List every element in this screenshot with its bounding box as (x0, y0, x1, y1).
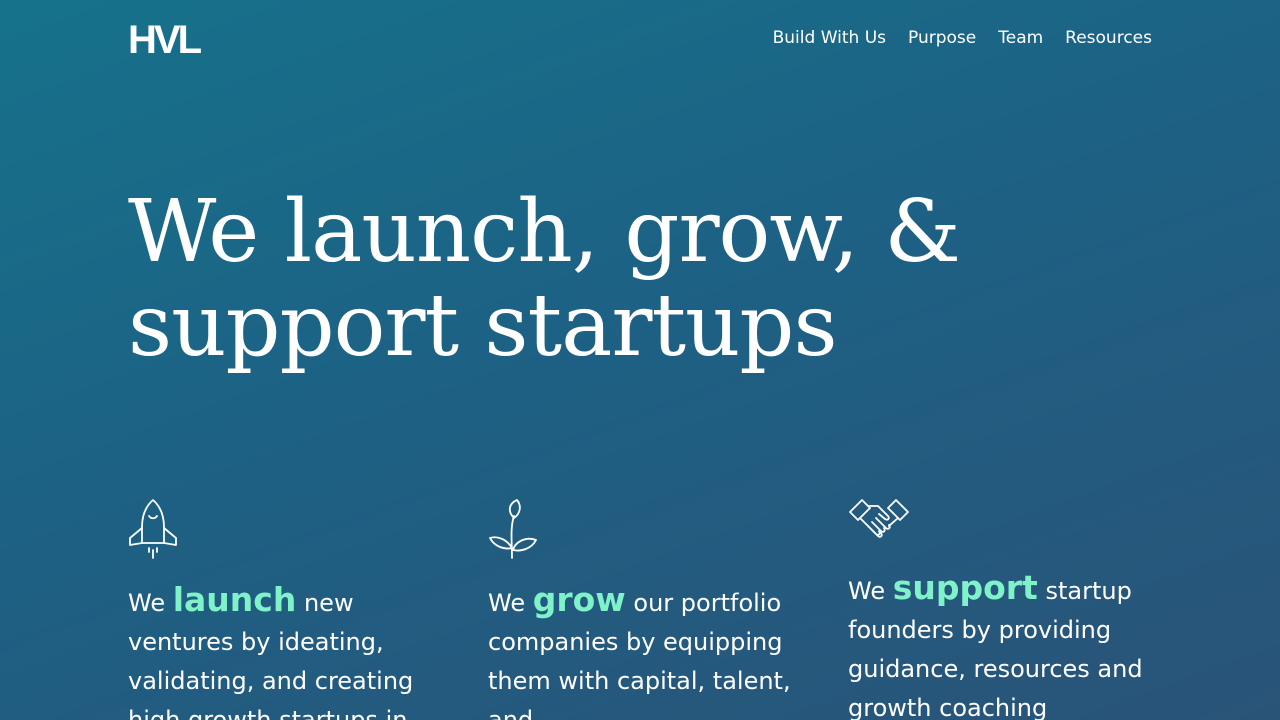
grow-accent: grow (532, 580, 626, 619)
nav-build-with-us[interactable]: Build With Us (773, 27, 886, 49)
grow-column: We grow our portfolio companies by equip… (488, 498, 808, 720)
launch-prefix: We (128, 589, 173, 617)
support-description: We support startup founders by providing… (848, 568, 1168, 720)
grow-description: We grow our portfolio companies by equip… (488, 580, 808, 720)
support-prefix: We (848, 577, 893, 605)
launch-column: We launch new ventures by ideating, vali… (128, 498, 448, 720)
rocket-icon (129, 499, 177, 559)
handshake-icon (849, 499, 909, 538)
nav-resources[interactable]: Resources (1065, 27, 1152, 49)
grow-prefix: We (488, 589, 533, 617)
support-accent: support (892, 568, 1038, 607)
hero-headline: We launch, grow, & support startups (128, 185, 1168, 373)
nav-team[interactable]: Team (998, 27, 1043, 49)
sprout-icon (489, 499, 537, 559)
main-nav: Build With Us Purpose Team Resources (773, 27, 1152, 49)
launch-description: We launch new ventures by ideating, vali… (128, 580, 448, 720)
support-column: We support startup founders by providing… (848, 498, 1168, 720)
hero-line-2: support startups (128, 276, 838, 376)
logo[interactable]: HVL (128, 20, 202, 60)
hero-line-1: We launch, grow, & (128, 182, 961, 282)
nav-purpose[interactable]: Purpose (908, 27, 976, 49)
launch-accent: launch (172, 580, 297, 619)
